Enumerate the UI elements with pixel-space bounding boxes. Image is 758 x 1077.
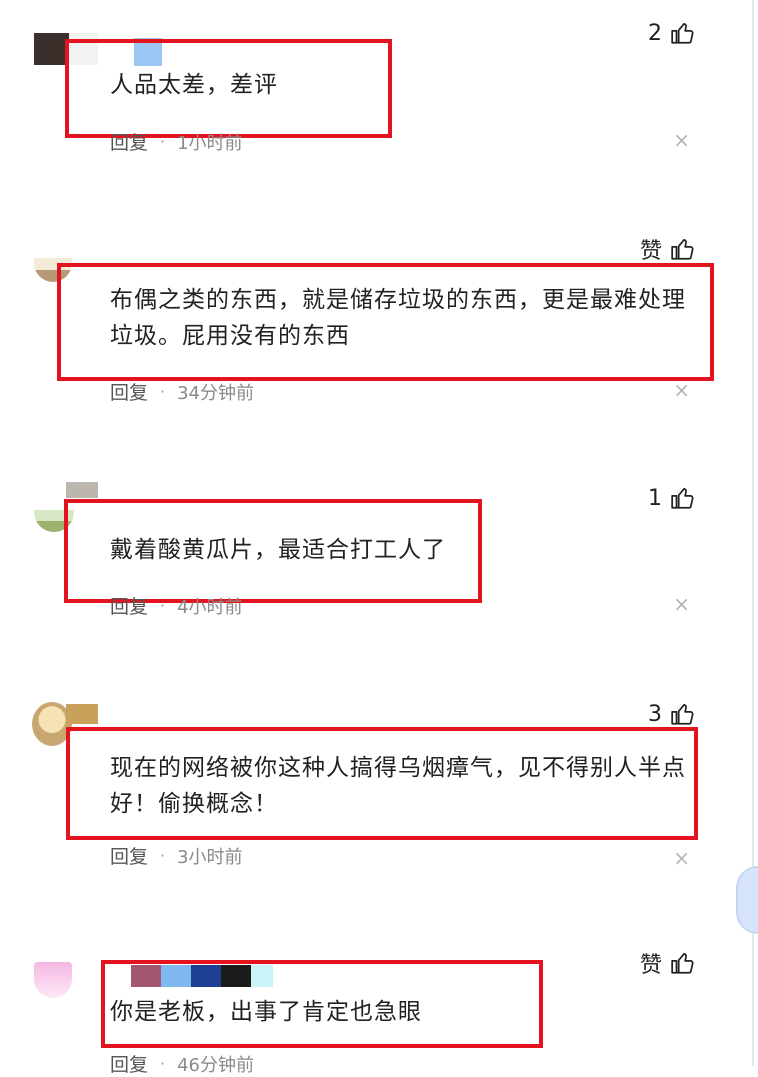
comment-item: 3 现在的网络被你这种人搞得乌烟瘴气，见不得别人半点好！偷换概念！ 回复 · 3… [0,680,752,930]
like-button[interactable]: 2 [648,20,696,46]
timestamp: 3小时前 [177,846,243,868]
thumbs-up-icon [671,704,694,725]
timestamp: 4小时前 [177,596,243,618]
avatar[interactable] [34,962,72,998]
close-icon[interactable]: × [673,128,690,152]
comment-meta: 回复 · 46分钟前 [110,1050,254,1077]
highlight-box [57,263,714,381]
like-button[interactable]: 3 [648,701,696,727]
comment-item: 1 戴着酸黄瓜片，最适合打工人了 回复 · 4小时前 × [0,460,752,680]
comment-meta: 回复 · 34分钟前 [110,378,254,405]
reply-button[interactable]: 回复 [110,842,148,869]
separator-dot: · [160,846,166,865]
reply-button[interactable]: 回复 [110,1050,148,1077]
highlight-box [65,39,392,138]
comment-meta: 回复 · 4小时前 [110,592,243,619]
separator-dot: · [160,1054,166,1073]
thumbs-up-icon [671,488,694,509]
like-count: 1 [648,485,662,511]
username-redacted [66,704,98,724]
comment-meta: 回复 · 1小时前 [110,128,243,155]
thumbs-up-icon [671,239,694,260]
username-redacted [66,482,98,498]
highlight-box [64,499,482,603]
separator-dot: · [160,132,166,151]
reply-button[interactable]: 回复 [110,592,148,619]
like-count: 赞 [639,953,662,978]
thumbs-up-icon [671,23,694,44]
highlight-box [66,727,698,840]
close-icon[interactable]: × [673,846,690,870]
timestamp: 1小时前 [177,132,243,154]
like-button[interactable]: 1 [648,485,696,511]
reply-button[interactable]: 回复 [110,378,148,405]
reply-button[interactable]: 回复 [110,128,148,155]
like-count: 赞 [639,239,662,264]
close-icon[interactable]: × [673,592,690,616]
close-icon[interactable]: × [673,378,690,402]
timestamp: 46分钟前 [177,1054,255,1076]
separator-dot: · [160,596,166,615]
comment-item: 2 人品太差，差评 回复 · 1小时前 × [0,0,752,230]
like-button[interactable]: 赞 [640,233,696,265]
like-count: 2 [648,20,662,46]
separator-dot: · [160,382,166,401]
comment-item: 赞 布偶之类的东西，就是储存垃圾的东西，更是最难处理垃圾。屁用没有的东西 回复 … [0,230,752,460]
comment-item: 赞 你是老板，出事了肯定也急眼 回复 · 46分钟前 [0,930,752,1076]
timestamp: 34分钟前 [177,382,255,404]
like-count: 3 [648,701,662,727]
highlight-box [101,960,543,1048]
comment-meta: 回复 · 3小时前 [110,842,243,869]
thumbs-up-icon [671,953,694,974]
like-button[interactable]: 赞 [640,947,696,979]
